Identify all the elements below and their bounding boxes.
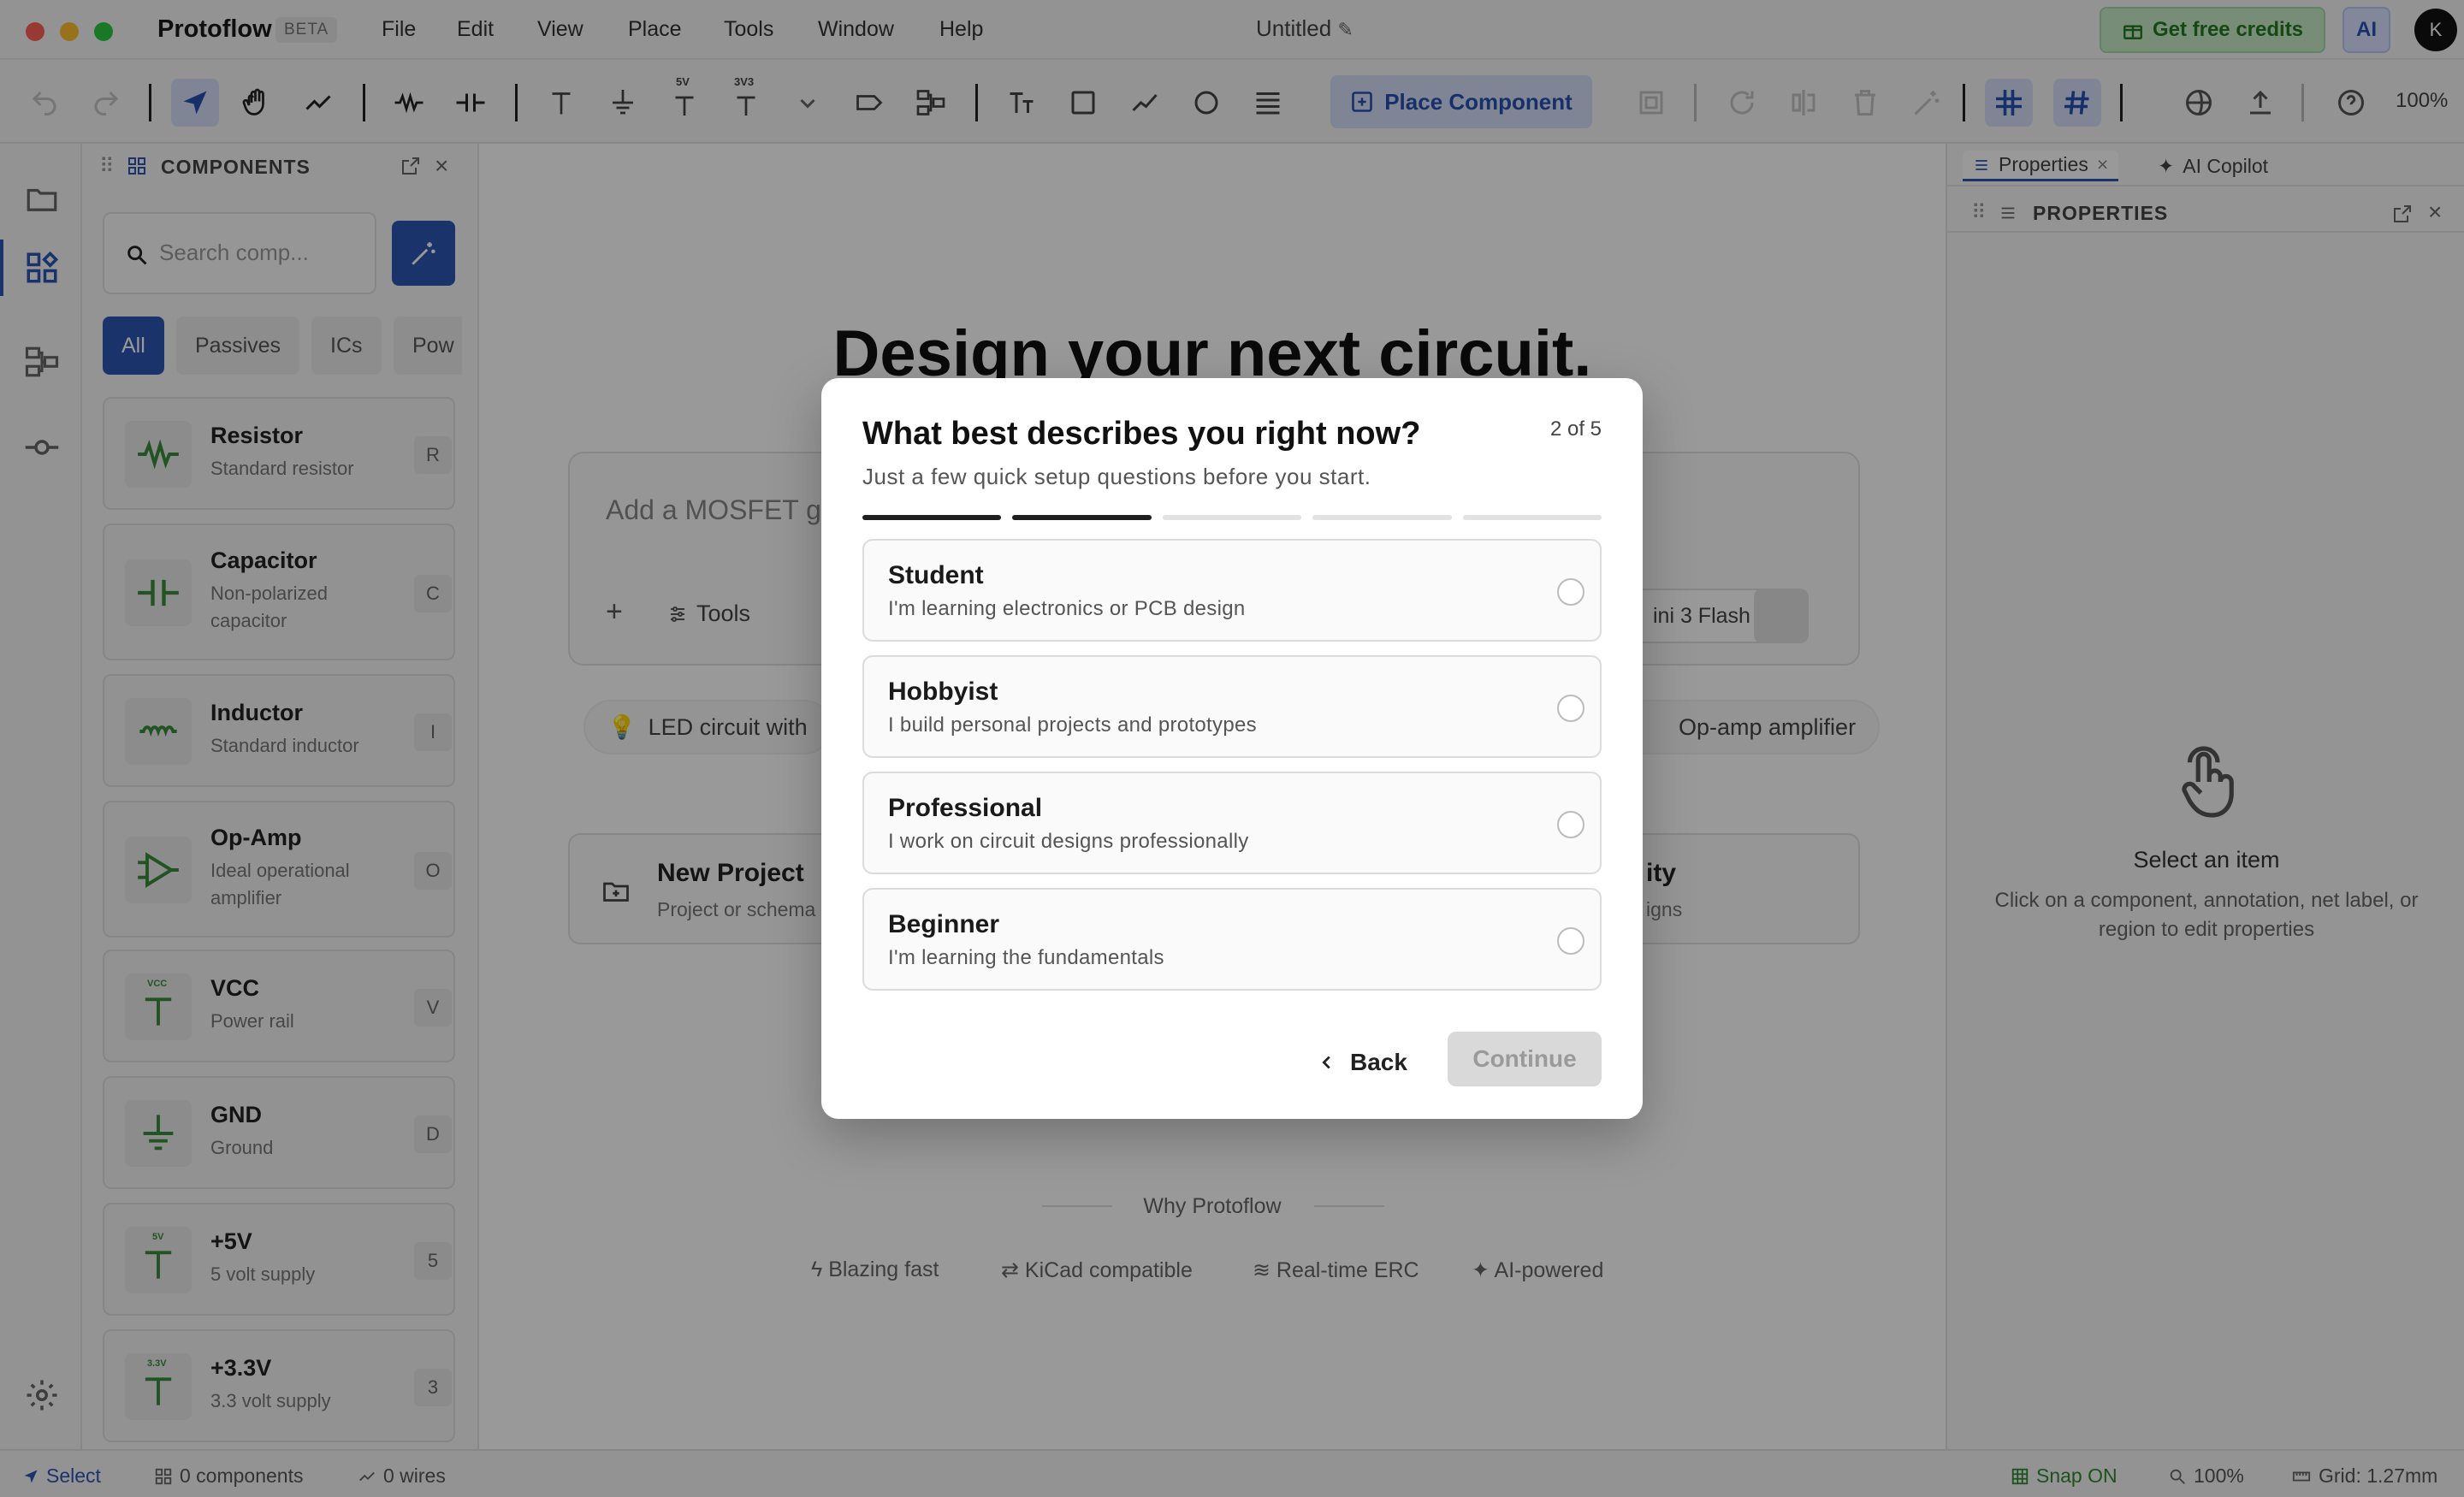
option-beginner[interactable]: Beginner I'm learning the fundamentals	[862, 888, 1602, 991]
option-desc: I'm learning electronics or PCB design	[888, 597, 1246, 620]
radio-button[interactable]	[1557, 695, 1584, 722]
radio-button[interactable]	[1557, 811, 1584, 838]
option-hobbyist[interactable]: Hobbyist I build personal projects and p…	[862, 655, 1602, 758]
option-professional[interactable]: Professional I work on circuit designs p…	[862, 772, 1602, 874]
progress-segment	[1162, 515, 1302, 520]
radio-button[interactable]	[1557, 578, 1584, 606]
continue-button[interactable]: Continue	[1448, 1032, 1602, 1086]
option-title: Student	[888, 561, 984, 589]
modal-subtitle: Just a few quick setup questions before …	[862, 464, 1371, 489]
progress-segment	[1012, 515, 1152, 520]
option-title: Professional	[888, 794, 1043, 822]
onboarding-modal: What best describes you right now? Just …	[821, 378, 1643, 1119]
modal-title: What best describes you right now?	[862, 416, 1421, 452]
progress-segment	[1462, 515, 1602, 520]
progress-segment	[862, 515, 1002, 520]
option-desc: I build personal projects and prototypes	[888, 713, 1257, 737]
option-desc: I'm learning the fundamentals	[888, 946, 1164, 969]
option-title: Beginner	[888, 910, 1000, 938]
option-desc: I work on circuit designs professionally	[888, 830, 1249, 853]
progress-segment	[1312, 515, 1452, 520]
step-counter: 2 of 5	[1549, 417, 1602, 441]
option-student[interactable]: Student I'm learning electronics or PCB …	[862, 539, 1602, 642]
back-button[interactable]: Back	[1318, 1037, 1407, 1088]
chevron-left-icon	[1322, 1056, 1330, 1069]
option-title: Hobbyist	[888, 677, 998, 706]
back-label: Back	[1350, 1049, 1407, 1075]
radio-button[interactable]	[1557, 927, 1584, 955]
